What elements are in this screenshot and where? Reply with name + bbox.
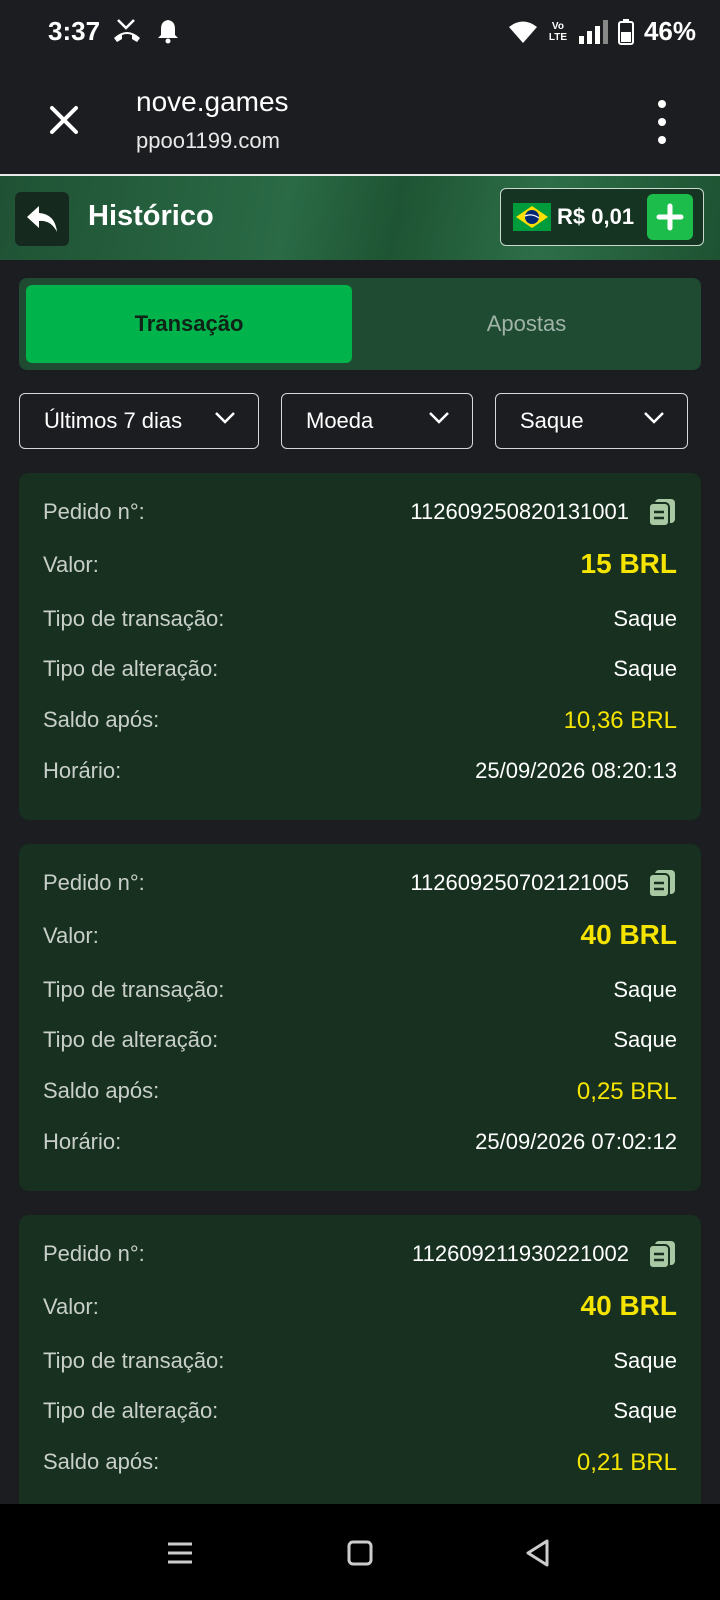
back-icon[interactable]: [523, 1538, 553, 1568]
value-row: Valor: 40 BRL: [43, 1290, 677, 1321]
battery-icon: [617, 18, 634, 45]
transaction-value: 40 BRL: [580, 1290, 677, 1321]
currency-filter-label: Moeda: [306, 408, 374, 433]
change-type-row: Tipo de alteração: Saque: [43, 656, 677, 681]
tab-apostas[interactable]: Apostas: [359, 285, 694, 363]
type-filter-dropdown[interactable]: Saque: [495, 393, 688, 449]
volte-label: Vo LTE: [548, 20, 568, 43]
value-row: Valor: 40 BRL: [43, 919, 677, 950]
type-filter-label: Saque: [520, 408, 584, 433]
status-bar: 3:37 Vo LTE 46%: [0, 0, 720, 64]
order-row: Pedido n°: 112609211930221002: [43, 1235, 677, 1275]
order-row: Pedido n°: 112609250820131001: [43, 493, 677, 533]
back-button[interactable]: [15, 192, 69, 246]
change-type-row: Tipo de alteração: Saque: [43, 1398, 677, 1423]
value-row: Valor: 15 BRL: [43, 548, 677, 579]
site-url: ppoo1199.com: [136, 128, 280, 153]
chevron-down-icon: [215, 412, 235, 424]
site-title: nove.games: [136, 86, 289, 117]
brazil-flag-icon: [513, 203, 551, 231]
missed-call-icon: [114, 19, 140, 42]
transaction-value: 15 BRL: [580, 548, 677, 579]
order-number: 112609250702121005: [410, 870, 629, 895]
back-arrow-icon: [27, 206, 57, 232]
order-number: 112609211930221002: [412, 1241, 629, 1266]
copy-icon[interactable]: [647, 1239, 677, 1269]
chevron-down-icon: [644, 412, 664, 424]
notification-bell-icon: [158, 20, 178, 44]
balance-after-row: Saldo após: 10,36 BRL: [43, 707, 677, 734]
time-row: Horário: 25/09/2026 08:20:13: [43, 758, 677, 783]
home-icon[interactable]: [345, 1538, 375, 1568]
close-icon[interactable]: [42, 98, 86, 142]
period-filter-dropdown[interactable]: Últimos 7 dias: [19, 393, 259, 449]
signal-icon: [578, 19, 608, 44]
transaction-value: 40 BRL: [580, 919, 677, 950]
system-nav-bar: [0, 1504, 720, 1600]
order-number: 112609250820131001: [410, 499, 629, 524]
transaction-card: Pedido n°: 112609250820131001 Valor: 15 …: [19, 473, 701, 820]
balance-after-row: Saldo após: 0,21 BRL: [43, 1449, 677, 1476]
transaction-type-row: Tipo de transação: Saque: [43, 977, 677, 1002]
transaction-type-row: Tipo de transação: Saque: [43, 606, 677, 631]
transaction-card: Pedido n°: 112609250702121005 Valor: 40 …: [19, 844, 701, 1191]
copy-icon[interactable]: [647, 868, 677, 898]
deposit-add-button[interactable]: [647, 194, 693, 240]
status-time: 3:37: [48, 16, 101, 46]
order-row: Pedido n°: 112609250702121005: [43, 864, 677, 904]
recent-apps-icon[interactable]: [165, 1538, 195, 1568]
period-filter-label: Últimos 7 dias: [44, 408, 183, 433]
balance-after-row: Saldo após: 0,25 BRL: [43, 1078, 677, 1105]
copy-icon[interactable]: [647, 497, 677, 527]
currency-filter-dropdown[interactable]: Moeda: [281, 393, 473, 449]
tab-transacao[interactable]: Transação: [26, 285, 352, 363]
change-type-row: Tipo de alteração: Saque: [43, 1027, 677, 1052]
chevron-down-icon: [429, 412, 449, 424]
page-title: Histórico: [88, 200, 214, 232]
browser-bar: nove.games ppoo1199.com: [0, 64, 720, 176]
plus-icon: [656, 203, 684, 231]
app-header: Histórico R$ 0,01: [0, 176, 720, 260]
wifi-icon: [508, 21, 537, 43]
time-row: Horário: 25/09/2026 07:02:12: [43, 1129, 677, 1154]
balance-widget: R$ 0,01: [500, 188, 704, 246]
transaction-type-row: Tipo de transação: Saque: [43, 1348, 677, 1373]
battery-percent: 46%: [643, 16, 696, 46]
balance-amount: R$ 0,01: [557, 204, 635, 229]
history-tabs: Transação Apostas: [19, 278, 701, 370]
transaction-card: Pedido n°: 112609211930221002 Valor: 40 …: [19, 1215, 701, 1504]
more-options-icon[interactable]: [652, 100, 672, 144]
